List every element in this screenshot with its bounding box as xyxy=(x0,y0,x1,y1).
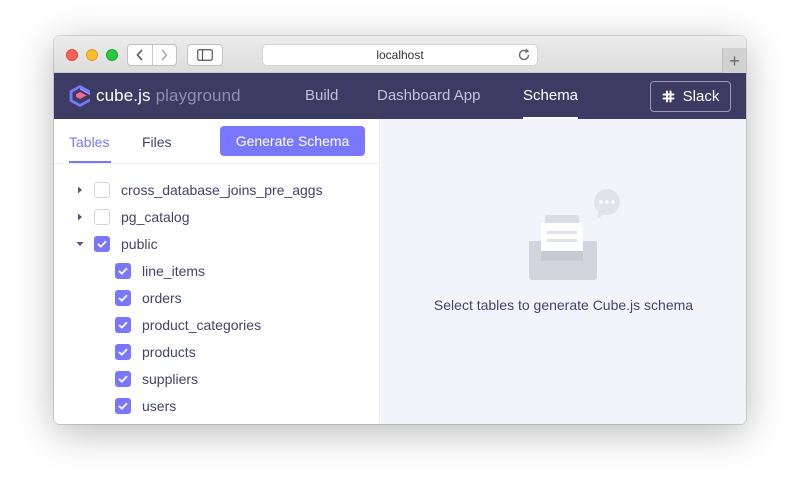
checkbox-checked[interactable] xyxy=(115,317,131,333)
app-header: cube.js playground Build Dashboard App Sc… xyxy=(54,73,746,119)
check-icon xyxy=(118,348,128,356)
new-tab-button[interactable]: + xyxy=(722,48,746,73)
logo-main: cube.js xyxy=(96,86,151,105)
tree-label: users xyxy=(142,398,177,414)
checkbox-checked[interactable] xyxy=(94,236,110,252)
nav-build[interactable]: Build xyxy=(305,87,338,104)
tree-row-suppliers[interactable]: suppliers xyxy=(115,369,198,389)
checkbox-checked[interactable] xyxy=(115,344,131,360)
check-icon xyxy=(118,321,128,329)
schema-sidebar: Tables Files Generate Schema cross_datab… xyxy=(54,119,380,424)
cubejs-logo[interactable]: cube.js playground xyxy=(68,84,241,108)
cube-logo-icon xyxy=(69,85,90,107)
slack-label: Slack xyxy=(682,88,720,105)
tree-label: product_categories xyxy=(142,317,262,333)
browser-window: localhost + cube.js playground Build Dash… xyxy=(54,36,746,424)
tree-label: orders xyxy=(142,290,182,306)
tree-label: line_items xyxy=(142,263,206,279)
caret-right-icon[interactable] xyxy=(76,186,84,194)
tree-row-line-items[interactable]: line_items xyxy=(115,261,205,281)
chevron-left-icon xyxy=(136,49,143,61)
tree-row-product-categories[interactable]: product_categories xyxy=(115,315,261,335)
plus-icon: + xyxy=(729,50,740,71)
sidebar-icon xyxy=(197,49,213,61)
check-icon xyxy=(97,240,107,248)
generate-schema-button[interactable]: Generate Schema xyxy=(220,126,365,156)
address-bar[interactable]: localhost xyxy=(262,44,538,66)
sidebar-toggle-button[interactable] xyxy=(187,44,223,66)
tree-row-pg-catalog[interactable]: pg_catalog xyxy=(76,207,190,227)
tree-row-orders[interactable]: orders xyxy=(115,288,182,308)
minimize-window-button[interactable] xyxy=(86,49,98,61)
nav-schema[interactable]: Schema xyxy=(523,87,578,104)
tree-row-products[interactable]: products xyxy=(115,342,196,362)
tab-files[interactable]: Files xyxy=(142,134,172,150)
address-text: localhost xyxy=(376,48,424,62)
slack-icon xyxy=(662,90,675,103)
checkbox-checked[interactable] xyxy=(115,263,131,279)
back-button[interactable] xyxy=(128,45,152,65)
tree-row-users[interactable]: users xyxy=(115,396,176,416)
tab-tables[interactable]: Tables xyxy=(69,134,109,150)
reload-icon[interactable] xyxy=(517,48,531,62)
logo-sub: playground xyxy=(155,86,241,105)
tabs-divider xyxy=(54,163,380,164)
checkbox-checked[interactable] xyxy=(115,398,131,414)
checkbox[interactable] xyxy=(94,209,110,225)
forward-button[interactable] xyxy=(151,45,177,65)
check-icon xyxy=(118,294,128,302)
checkbox[interactable] xyxy=(94,182,110,198)
tree-label: suppliers xyxy=(142,371,199,387)
caret-down-icon[interactable] xyxy=(76,240,84,248)
tree-label: cross_database_joins_pre_aggs xyxy=(121,182,323,198)
tree-label: products xyxy=(142,344,196,360)
browser-toolbar: localhost + xyxy=(54,36,746,73)
caret-right-icon[interactable] xyxy=(76,213,84,221)
tree-label: pg_catalog xyxy=(121,209,190,225)
tree-row-public[interactable]: public xyxy=(76,234,158,254)
slack-button[interactable]: Slack xyxy=(650,81,731,112)
checkbox-checked[interactable] xyxy=(115,290,131,306)
zoom-window-button[interactable] xyxy=(106,49,118,61)
chevron-right-icon xyxy=(161,49,168,61)
empty-state-message: Select tables to generate Cube.js schema xyxy=(433,297,694,313)
history-nav xyxy=(127,44,177,66)
check-icon xyxy=(118,375,128,383)
nav-dashboard-app[interactable]: Dashboard App xyxy=(377,87,480,104)
checkbox-checked[interactable] xyxy=(115,371,131,387)
empty-inbox-icon xyxy=(529,189,620,280)
close-window-button[interactable] xyxy=(66,49,78,61)
check-icon xyxy=(118,402,128,410)
logo-text: cube.js playground xyxy=(96,86,241,106)
tree-label: public xyxy=(121,236,158,252)
check-icon xyxy=(118,267,128,275)
tree-row-cross-database-joins-pre-aggs[interactable]: cross_database_joins_pre_aggs xyxy=(76,180,323,200)
schema-preview-panel: Select tables to generate Cube.js schema xyxy=(381,119,746,424)
